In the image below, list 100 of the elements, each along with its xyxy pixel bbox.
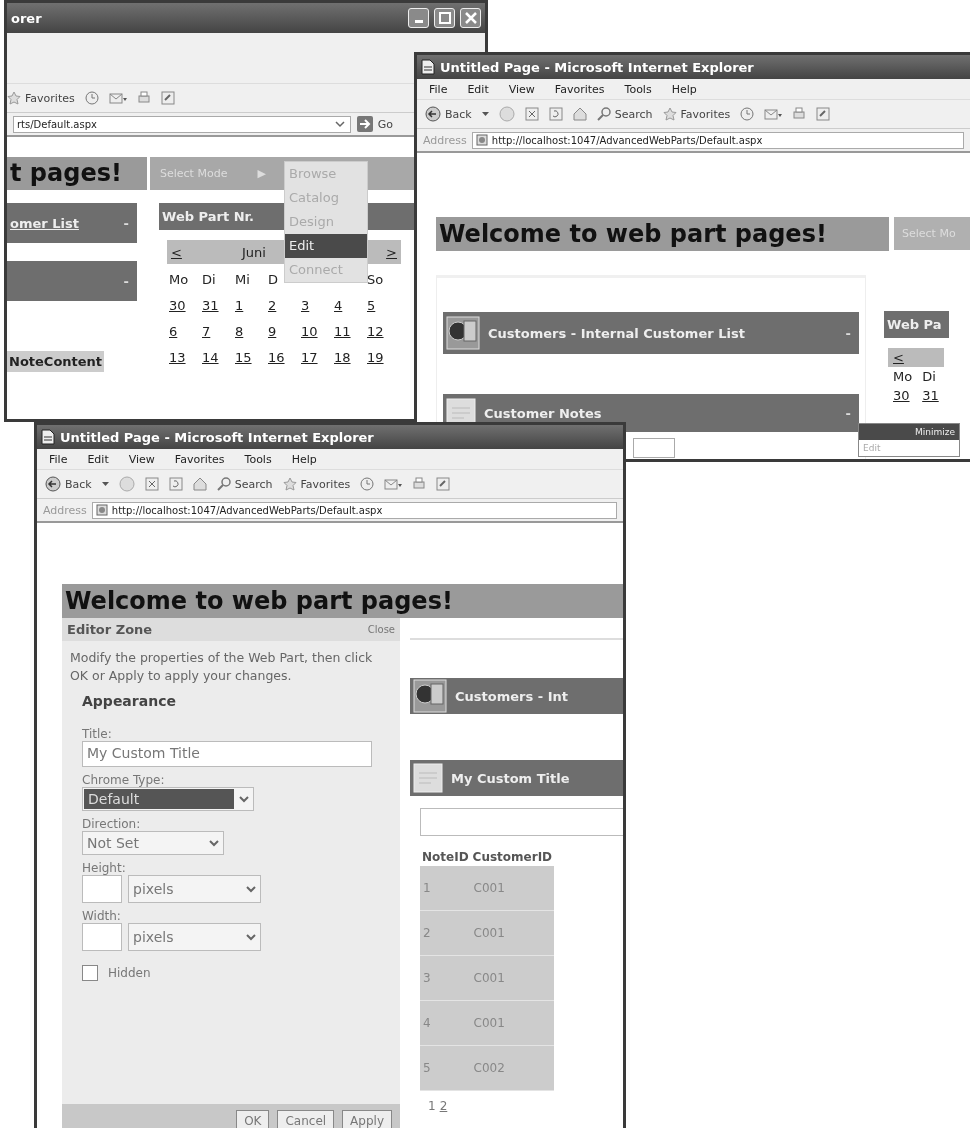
menu-item[interactable]: Help [291, 452, 317, 466]
menu-item[interactable]: File [49, 452, 68, 466]
part-title-link[interactable]: omer List [10, 215, 116, 231]
next-month-link[interactable]: > [386, 244, 397, 260]
mail-icon[interactable] [764, 107, 783, 121]
edit-page-icon[interactable] [816, 107, 833, 121]
home-icon[interactable] [572, 107, 587, 121]
dialog-button[interactable]: Cancel [277, 1110, 335, 1128]
address-field[interactable]: http://localhost:1047/AdvancedWebParts/Default.aspx [91, 501, 617, 519]
menu-item[interactable]: Favorites [554, 82, 605, 96]
print-icon[interactable] [412, 477, 427, 491]
date-link[interactable]: 7 [200, 323, 211, 339]
page-link[interactable]: 2 [439, 1099, 448, 1113]
close-link[interactable]: Close [367, 624, 395, 635]
menu-item[interactable]: View [508, 82, 535, 96]
verbs-menu-item[interactable]: Minimize [859, 424, 959, 440]
date-link[interactable]: 31 [922, 388, 939, 403]
date-link[interactable]: 12 [365, 323, 384, 339]
history-icon[interactable] [360, 477, 375, 491]
page-icon [95, 504, 108, 516]
mail-icon[interactable] [108, 91, 127, 105]
dropdown[interactable]: Not Set [82, 831, 224, 855]
date-link[interactable]: 2 [266, 297, 277, 313]
stop-icon[interactable] [144, 477, 159, 491]
address-field[interactable]: rts/Default.aspx [13, 115, 351, 133]
history-icon[interactable] [84, 91, 99, 105]
verbs-menu-button[interactable]: - [123, 215, 129, 231]
address-field[interactable]: http://localhost:1047/AdvancedWebParts/Default.aspx [471, 131, 964, 149]
date-link[interactable]: 31 [200, 297, 219, 313]
dropdown[interactable]: Default [82, 787, 254, 811]
menu-item[interactable]: Favorites [174, 452, 225, 466]
date-link[interactable]: 15 [233, 349, 252, 365]
mode-menu-item[interactable]: Edit [285, 234, 367, 258]
search-button[interactable]: Search [596, 107, 653, 121]
menu-item[interactable]: Tools [624, 82, 652, 96]
page-link[interactable]: 1 [428, 1099, 436, 1113]
favorites-button[interactable]: Favorites [662, 107, 731, 121]
table-cell: 2 [420, 910, 471, 956]
menu-item[interactable]: Edit [467, 82, 489, 96]
menu-item[interactable]: Edit [87, 452, 109, 466]
previous-month-link[interactable]: < [171, 244, 182, 260]
dropdown-caret-icon[interactable] [481, 112, 489, 116]
dropdown[interactable]: pixels [128, 875, 261, 903]
maximize-button[interactable] [434, 8, 455, 28]
previous-month-link[interactable]: < [893, 350, 904, 365]
edit-page-icon[interactable] [160, 91, 177, 105]
home-icon[interactable] [192, 477, 207, 491]
menu-item[interactable]: Help [671, 82, 697, 96]
date-link[interactable]: 13 [167, 349, 186, 365]
edit-page-icon[interactable] [436, 477, 453, 491]
column-header: NoteID [420, 848, 471, 866]
dropdown-caret-icon[interactable] [101, 482, 109, 486]
verbs-menu-button[interactable]: - [123, 273, 129, 289]
input-field[interactable] [420, 808, 623, 836]
go-button[interactable]: Go [355, 115, 393, 133]
print-icon[interactable] [136, 91, 151, 105]
close-button[interactable] [460, 8, 481, 28]
menu-item[interactable]: Tools [244, 452, 272, 466]
mail-icon[interactable] [384, 477, 403, 491]
date-link[interactable]: 14 [200, 349, 219, 365]
back-button[interactable]: Back [45, 476, 92, 492]
dropdown[interactable]: pixels [128, 923, 261, 951]
number-field[interactable] [82, 923, 122, 951]
field-label: Width: [82, 909, 122, 923]
date-link[interactable]: 18 [332, 349, 351, 365]
date-link[interactable]: 5 [365, 297, 376, 313]
date-link[interactable]: 3 [299, 297, 310, 313]
date-link[interactable]: 8 [233, 323, 244, 339]
date-link[interactable]: 30 [167, 297, 186, 313]
date-link[interactable]: 9 [266, 323, 277, 339]
back-button[interactable]: Back [425, 106, 472, 122]
menu-item[interactable]: File [429, 82, 448, 96]
checkbox[interactable] [82, 965, 98, 981]
refresh-icon[interactable] [548, 107, 563, 121]
stop-icon[interactable] [524, 107, 539, 121]
history-icon[interactable] [740, 107, 755, 121]
verbs-menu-button[interactable]: - [845, 405, 851, 421]
date-link[interactable]: 4 [332, 297, 343, 313]
text-field[interactable]: My Custom Title [82, 741, 372, 767]
favorites-button[interactable]: Favorites [7, 91, 75, 105]
date-link[interactable]: 11 [332, 323, 351, 339]
menu-item[interactable]: View [128, 452, 155, 466]
date-link[interactable]: 30 [893, 388, 910, 403]
date-link[interactable]: 10 [299, 323, 318, 339]
dialog-button[interactable]: OK [236, 1110, 270, 1128]
favorites-button[interactable]: Favorites [282, 477, 351, 491]
date-link[interactable]: 16 [266, 349, 285, 365]
minimize-button[interactable] [408, 8, 429, 28]
print-icon[interactable] [792, 107, 807, 121]
search-button[interactable]: Search [216, 477, 273, 491]
table-cell: 1 [420, 866, 471, 911]
number-field[interactable] [82, 875, 122, 903]
date-link[interactable]: 19 [365, 349, 384, 365]
dialog-button[interactable]: Apply [342, 1110, 392, 1128]
date-link[interactable]: 6 [167, 323, 178, 339]
input-field[interactable] [633, 438, 675, 458]
refresh-icon[interactable] [168, 477, 183, 491]
verbs-menu-button[interactable]: - [845, 325, 851, 341]
date-link[interactable]: 17 [299, 349, 318, 365]
date-link[interactable]: 1 [233, 297, 244, 313]
